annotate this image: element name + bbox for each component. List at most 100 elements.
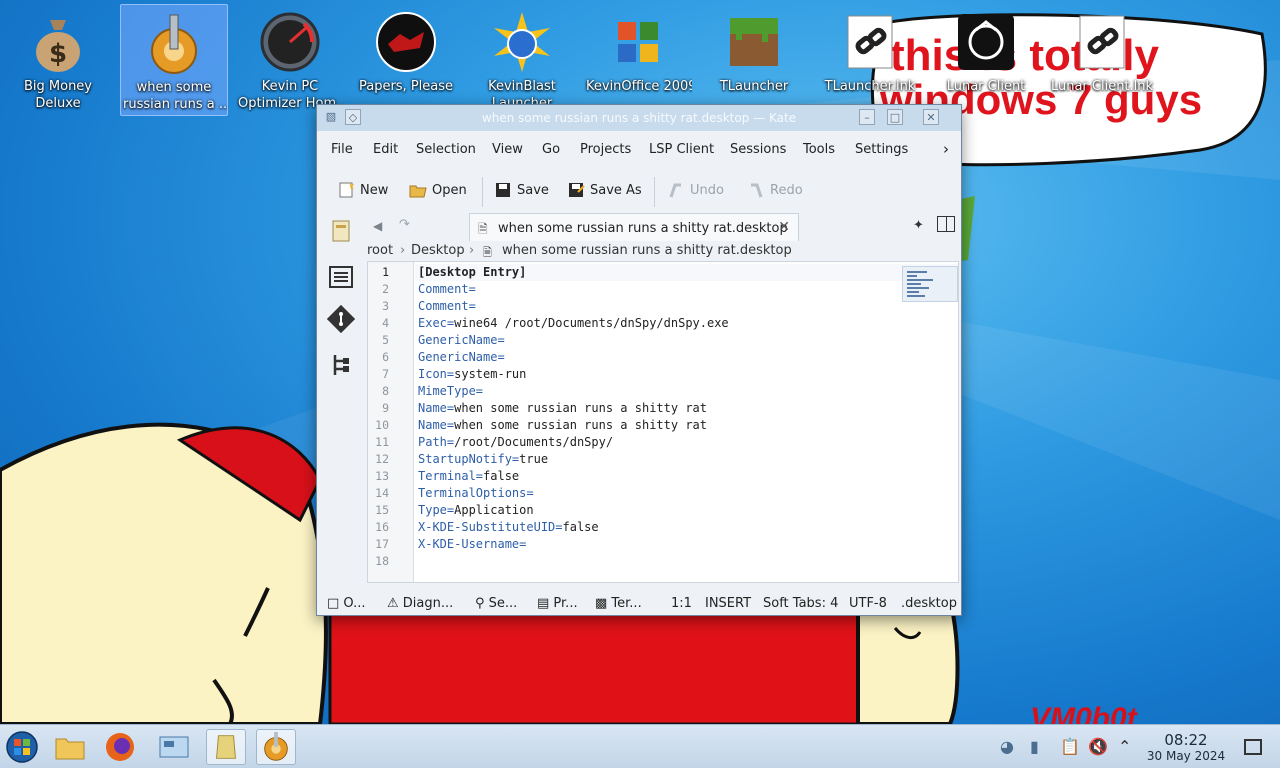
- terminal-panel-button[interactable]: ▩ Ter...: [595, 596, 642, 611]
- encoding-setting[interactable]: UTF-8: [849, 596, 887, 611]
- code-line[interactable]: X-KDE-SubstituteUID=false: [418, 519, 599, 536]
- taskbar-kate-icon[interactable]: [206, 729, 246, 765]
- minimize-button[interactable]: –: [859, 109, 875, 125]
- diagnostics-panel-button[interactable]: ⚠ Diagn...: [387, 596, 453, 611]
- toolbar-separator: [654, 177, 655, 207]
- breadcrumb: root › Desktop › 🗎 when some russian run…: [365, 241, 955, 261]
- desktop-icon-tlauncher[interactable]: TLauncher: [700, 4, 808, 116]
- outline-panel-button[interactable]: □ O...: [327, 596, 366, 611]
- file-type[interactable]: .desktop: [901, 596, 957, 611]
- menu-overflow-chevron-icon[interactable]: ›: [943, 140, 949, 158]
- indentation-setting[interactable]: Soft Tabs: 4: [763, 596, 838, 611]
- input-mode[interactable]: INSERT: [705, 596, 751, 611]
- code-line[interactable]: TerminalOptions=: [418, 485, 534, 502]
- clock[interactable]: 08:22 30 May 2024: [1142, 731, 1230, 763]
- desktop-icon-kevinoffice[interactable]: KevinOffice 2009: [584, 4, 692, 116]
- tray-expand-chevron-icon[interactable]: ⌃: [1118, 737, 1138, 757]
- breadcrumb-desktop[interactable]: Desktop: [411, 243, 465, 258]
- project-tree-icon[interactable]: [327, 351, 355, 379]
- code-line[interactable]: MimeType=: [418, 383, 483, 400]
- volume-muted-icon[interactable]: 🔇: [1088, 737, 1108, 757]
- desktop-icon-papers-please[interactable]: Papers, Please: [352, 4, 460, 116]
- line-number: 13: [375, 469, 389, 483]
- menu-sessions[interactable]: Sessions: [730, 142, 786, 157]
- code-line[interactable]: [Desktop Entry]: [418, 264, 526, 281]
- file-manager-folder-icon[interactable]: [50, 729, 90, 765]
- breadcrumb-file[interactable]: when some russian runs a shitty rat.desk…: [502, 243, 792, 258]
- code-key: GenericName=: [418, 333, 505, 347]
- projects-panel-button[interactable]: ▤ Pr...: [537, 596, 578, 611]
- code-line[interactable]: GenericName=: [418, 349, 505, 366]
- minimap[interactable]: [902, 266, 958, 302]
- text-editor[interactable]: 1 2 3 4 5 6 7 8 9 10 11 12 13 14 15 16 17 18 [Desktop Ent…: [367, 261, 959, 583]
- firefox-icon[interactable]: [100, 729, 140, 765]
- code-line[interactable]: Name=when some russian runs a shitty rat: [418, 400, 707, 417]
- desktop-icon-tlauncher-lnk[interactable]: TLauncher.lnk: [816, 4, 924, 116]
- show-desktop-icon[interactable]: [1244, 739, 1262, 755]
- code-line[interactable]: X-KDE-Username=: [418, 536, 526, 553]
- menu-settings[interactable]: Settings: [855, 142, 908, 157]
- desktop-icon-kevinblast-launcher[interactable]: KevinBlast Launcher: [468, 4, 576, 116]
- taskbar-gear-app-icon[interactable]: [256, 729, 296, 765]
- code-line[interactable]: Terminal=false: [418, 468, 519, 485]
- cursor-position[interactable]: 1:1: [671, 596, 692, 611]
- clipboard-icon[interactable]: 📋: [1060, 737, 1080, 757]
- code-line[interactable]: GenericName=: [418, 332, 505, 349]
- menu-projects[interactable]: Projects: [580, 142, 631, 157]
- split-view-icon[interactable]: [937, 216, 955, 232]
- window-titlebar[interactable]: ▧ ◇ when some russian runs a shitty rat.…: [317, 105, 961, 131]
- office-icon: [618, 22, 658, 62]
- code-line[interactable]: Icon=system-run: [418, 366, 526, 383]
- close-button[interactable]: ✕: [923, 109, 939, 125]
- desktop-icon-label: Lunar Client: [946, 79, 1026, 94]
- desktop-icon-kevin-pc-optimizer[interactable]: Kevin PC Optimizer Hom...: [236, 4, 344, 116]
- menu-tools[interactable]: Tools: [803, 142, 835, 157]
- network-icon[interactable]: ◕: [1000, 737, 1020, 757]
- symbols-panel-icon[interactable]: [327, 263, 355, 291]
- search-panel-button[interactable]: ⚲ Se...: [475, 596, 517, 611]
- maximize-button[interactable]: □: [887, 109, 903, 125]
- desktop-icon-russian-rat[interactable]: when some russian runs a ...: [120, 4, 228, 116]
- open-button[interactable]: Open: [409, 179, 467, 201]
- kate-window[interactable]: ▧ ◇ when some russian runs a shitty rat.…: [316, 104, 962, 616]
- menu-view[interactable]: View: [492, 142, 523, 157]
- code-line[interactable]: Comment=: [418, 281, 476, 298]
- breadcrumb-root[interactable]: root: [367, 243, 393, 258]
- menu-edit[interactable]: Edit: [373, 142, 398, 157]
- tab-forward-arrow-icon[interactable]: ↷: [399, 217, 410, 232]
- save-as-button[interactable]: Save As: [567, 179, 642, 201]
- code-line[interactable]: Path=/root/Documents/dnSpy/: [418, 434, 613, 451]
- line-number: 11: [375, 435, 389, 449]
- tab-document[interactable]: 🗎 when some russian runs a shitty rat.de…: [469, 213, 799, 241]
- git-icon[interactable]: [327, 305, 355, 333]
- tab-back-arrow-icon[interactable]: ◀: [373, 219, 382, 233]
- line-number: 18: [375, 554, 389, 568]
- code-line[interactable]: StartupNotify=true: [418, 451, 548, 468]
- code-value: wine64 /root/Documents/dnSpy/dnSpy.exe: [454, 316, 729, 330]
- desktop-icon-lunar-client-lnk[interactable]: Lunar Client.lnk: [1048, 4, 1156, 116]
- line-number: 10: [375, 418, 389, 432]
- system-settings-icon[interactable]: [154, 729, 194, 765]
- toolbar-separator: [482, 177, 483, 207]
- undo-button[interactable]: Undo: [667, 179, 724, 201]
- code-line[interactable]: Type=Application: [418, 502, 534, 519]
- file-icon: 🗎: [478, 222, 488, 236]
- code-line[interactable]: Exec=wine64 /root/Documents/dnSpy/dnSpy.…: [418, 315, 729, 332]
- pin-icon[interactable]: ✦: [913, 218, 924, 233]
- desktop-icon-big-money-deluxe[interactable]: $ Big Money Deluxe: [4, 4, 112, 116]
- shortcut-link-icon: [1079, 15, 1125, 69]
- tab-close-icon[interactable]: ✕: [778, 219, 790, 235]
- menu-lsp-client[interactable]: LSP Client: [649, 142, 714, 157]
- menu-go[interactable]: Go: [542, 142, 560, 157]
- save-button[interactable]: Save: [494, 179, 549, 201]
- new-button[interactable]: New: [337, 179, 388, 201]
- menu-file[interactable]: File: [331, 142, 353, 157]
- documents-panel-icon[interactable]: [327, 217, 355, 245]
- redo-button[interactable]: Redo: [747, 179, 803, 201]
- menu-selection[interactable]: Selection: [416, 142, 476, 157]
- device-icon[interactable]: ▮: [1030, 737, 1050, 757]
- code-line[interactable]: Name=when some russian runs a shitty rat: [418, 417, 707, 434]
- code-line[interactable]: Comment=: [418, 298, 476, 315]
- desktop-icon-lunar-client[interactable]: Lunar Client: [932, 4, 1040, 116]
- start-button-windows-orb-icon[interactable]: [2, 729, 42, 765]
